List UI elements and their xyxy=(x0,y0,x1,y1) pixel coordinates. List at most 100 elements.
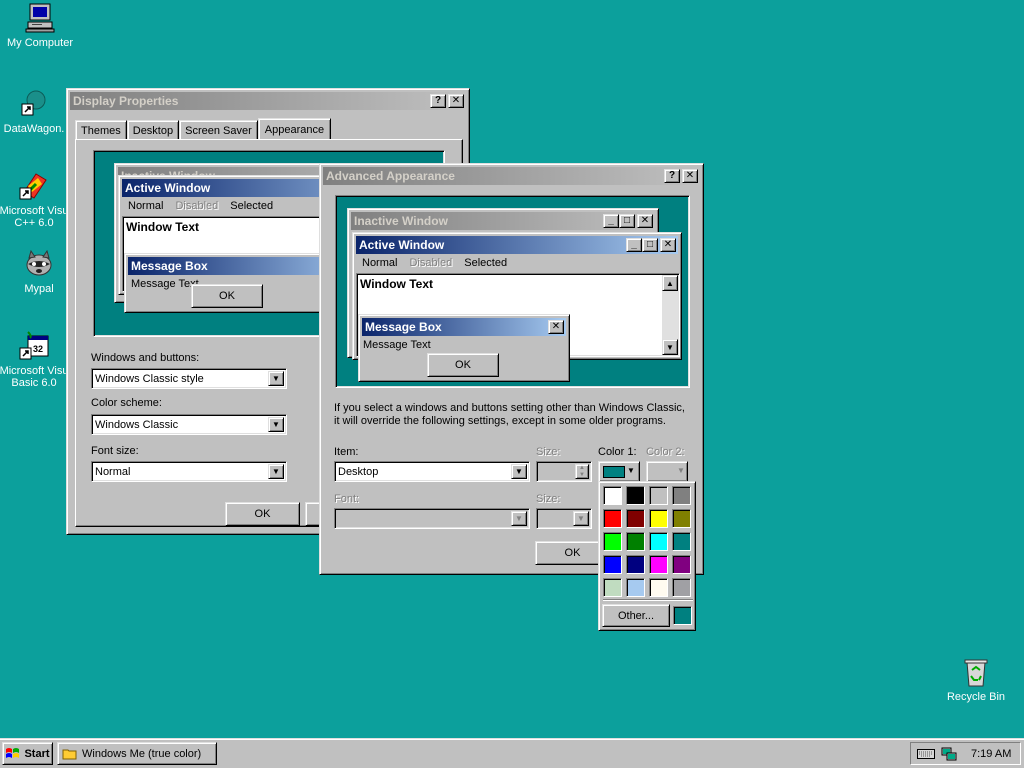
desktop-icon-vb[interactable]: 32 Microsoft Visu Basic 6.0 xyxy=(0,330,72,389)
chevron-down-icon[interactable]: ▼ xyxy=(268,464,284,479)
color1-label: Color 1: xyxy=(598,446,637,458)
color1-swatch xyxy=(603,466,625,478)
preview-inactive-title: Inactive Window xyxy=(354,214,448,228)
preview-menu: Normal Disabled Selected xyxy=(356,255,513,271)
windows-buttons-label: Windows and buttons: xyxy=(91,352,200,364)
windows-logo-icon xyxy=(6,747,20,758)
network-icon[interactable] xyxy=(941,747,957,761)
minimize-icon: _ xyxy=(603,214,619,228)
color-swatch[interactable] xyxy=(649,555,668,574)
vb-icon: 32 xyxy=(18,330,50,362)
help-button[interactable]: ? xyxy=(430,94,446,108)
color-swatch[interactable] xyxy=(649,486,668,505)
font-size-select[interactable]: Normal ▼ xyxy=(91,461,287,482)
color2-button[interactable]: ▼ xyxy=(646,461,688,482)
item-value: Desktop xyxy=(338,465,379,478)
maximize-icon: □ xyxy=(619,214,635,228)
folder-icon xyxy=(62,749,77,759)
item-size-label: Size: xyxy=(536,446,561,458)
color-swatch[interactable] xyxy=(672,509,691,528)
chevron-down-icon[interactable]: ▼ xyxy=(511,464,527,479)
preview-msgbox-title: Message Box xyxy=(365,320,442,334)
desktop-icon-recycle-bin[interactable]: Recycle Bin xyxy=(938,656,1014,703)
font-select[interactable]: ▼ xyxy=(334,508,530,529)
advanced-preview: Inactive Window _ □ ✕ Active Window _ □ … xyxy=(335,195,690,388)
color-swatch[interactable] xyxy=(649,578,668,597)
close-button[interactable]: ✕ xyxy=(682,169,698,183)
start-label: Start xyxy=(24,747,50,760)
start-button[interactable]: Start xyxy=(2,742,53,765)
close-button[interactable]: ✕ xyxy=(448,94,464,108)
preview-menu-disabled: Disabled xyxy=(409,257,453,269)
tab-screen-saver[interactable]: Screen Saver xyxy=(179,120,258,140)
taskbar-task-button[interactable]: Windows Me (true color) xyxy=(57,742,217,765)
color1-button[interactable]: ▼ xyxy=(598,461,640,482)
scroll-up-icon: ▲ xyxy=(662,275,678,291)
color-swatch[interactable] xyxy=(603,578,622,597)
color2-label: Color 2: xyxy=(646,446,685,458)
color-swatch[interactable] xyxy=(626,509,645,528)
font-size-label: Size: xyxy=(536,493,561,505)
item-size-spinner[interactable]: ▲ ▼ xyxy=(536,461,592,482)
tab-desktop[interactable]: Desktop xyxy=(126,120,180,140)
desktop-icon-my-computer[interactable]: My Computer xyxy=(2,2,78,49)
other-color-button[interactable]: Other... xyxy=(602,604,670,627)
desktop-icon-vcpp[interactable]: Microsoft Visu C++ 6.0 xyxy=(0,170,72,229)
preview-msgbox-text: Message Text xyxy=(131,278,199,290)
color-swatch[interactable] xyxy=(626,555,645,574)
help-button[interactable]: ? xyxy=(664,169,680,183)
chevron-down-icon[interactable]: ▼ xyxy=(573,511,589,526)
desktop-icon-label: Microsoft Visu C++ 6.0 xyxy=(0,205,69,229)
color-swatch[interactable] xyxy=(603,486,622,505)
minimize-icon: _ xyxy=(626,238,642,252)
item-select[interactable]: Desktop ▼ xyxy=(334,461,530,482)
item-label: Item: xyxy=(334,446,359,458)
chevron-down-icon[interactable]: ▼ xyxy=(268,371,284,386)
color-swatch[interactable] xyxy=(626,532,645,551)
font-size-label: Font size: xyxy=(91,445,139,457)
color-swatch[interactable] xyxy=(649,532,668,551)
color-swatch[interactable] xyxy=(649,509,668,528)
font-size-select[interactable]: ▼ xyxy=(536,508,592,529)
color-swatch[interactable] xyxy=(672,578,691,597)
divider xyxy=(603,599,693,601)
color-swatch[interactable] xyxy=(626,486,645,505)
chevron-down-icon: ▼ xyxy=(627,466,635,475)
color-swatch[interactable] xyxy=(603,509,622,528)
preview-ok-button: OK xyxy=(427,353,499,377)
color-swatch[interactable] xyxy=(672,555,691,574)
color-swatch[interactable] xyxy=(626,578,645,597)
desktop-icon-label: DataWagon. xyxy=(3,123,65,135)
windows-buttons-select[interactable]: Windows Classic style ▼ xyxy=(91,368,287,389)
preview-menu-normal: Normal xyxy=(128,200,164,212)
chevron-down-icon[interactable]: ▼ xyxy=(511,511,527,526)
close-icon: ✕ xyxy=(637,214,653,228)
chevron-down-icon[interactable]: ▼ xyxy=(268,417,284,432)
spinner-arrows-icon[interactable]: ▲ ▼ xyxy=(575,464,589,479)
tab-themes[interactable]: Themes xyxy=(75,120,127,140)
display-properties-titlebar[interactable]: Display Properties ? ✕ xyxy=(70,92,466,110)
color-swatch[interactable] xyxy=(603,555,622,574)
tab-appearance[interactable]: Appearance xyxy=(257,118,332,140)
chevron-down-icon: ▼ xyxy=(677,466,685,475)
ok-button[interactable]: OK xyxy=(225,502,300,526)
advanced-appearance-titlebar[interactable]: Advanced Appearance ? ✕ xyxy=(323,167,700,185)
color-scheme-select[interactable]: Windows Classic ▼ xyxy=(91,414,287,435)
custom-color-swatch[interactable] xyxy=(673,606,692,625)
color-swatch[interactable] xyxy=(603,532,622,551)
svg-text:32: 32 xyxy=(33,344,43,354)
preview-menu: Normal Disabled Selected xyxy=(122,198,279,214)
keyboard-icon[interactable] xyxy=(917,748,935,760)
taskbar: Start Windows Me (true color) 7:19 AM xyxy=(0,738,1024,768)
preview-menu-disabled: Disabled xyxy=(175,200,219,212)
preview-menu-selected: Selected xyxy=(230,200,274,212)
clock[interactable]: 7:19 AM xyxy=(971,748,1011,760)
color-swatch[interactable] xyxy=(672,486,691,505)
window-title: Advanced Appearance xyxy=(326,169,455,183)
color-swatch[interactable] xyxy=(672,532,691,551)
close-icon: ✕ xyxy=(548,320,564,334)
preview-window-text: Window Text xyxy=(360,277,433,291)
desktop-icon-label: My Computer xyxy=(6,37,74,49)
desktop-icon-datawagon[interactable]: DataWagon. xyxy=(0,88,72,135)
maximize-icon: □ xyxy=(642,238,658,252)
